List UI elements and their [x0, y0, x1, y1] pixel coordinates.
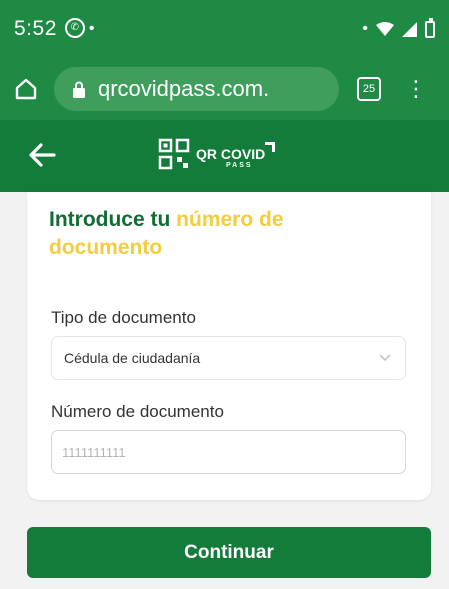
url-text: qrcovidpass.com.	[98, 76, 270, 101]
logo-text: QR COVID PASS	[196, 142, 276, 169]
form-title: Introduce tu número de documento	[49, 206, 379, 262]
home-icon[interactable]	[14, 77, 38, 101]
status-dot: •	[362, 20, 368, 37]
app-header: QR COVID PASS	[0, 120, 449, 192]
doc-type-label: Tipo de documento	[51, 308, 196, 327]
back-arrow-icon[interactable]	[28, 142, 56, 168]
chevron-down-icon	[379, 354, 391, 362]
overflow-menu-icon[interactable]: ⋮	[405, 78, 427, 100]
doc-type-value: Cédula de ciudadanía	[64, 350, 201, 366]
status-bar: 5:52 ✆ • •	[0, 0, 449, 58]
battery-icon	[425, 17, 435, 38]
notification-dot: •	[88, 20, 95, 37]
address-bar[interactable]: qrcovidpass.com.	[54, 67, 339, 111]
logo-corner-mark	[265, 142, 276, 152]
title-part1: Introduce tu	[49, 208, 177, 231]
main-content: Introduce tu número de documento Tipo de…	[0, 192, 449, 589]
whatsapp-icon: ✆	[64, 18, 85, 38]
qr-logo-icon	[158, 138, 190, 170]
continue-button[interactable]: Continuar	[27, 527, 431, 578]
app-logo: QR COVID PASS	[158, 138, 276, 170]
browser-toolbar: qrcovidpass.com. 25 ⋮	[0, 58, 449, 120]
logo-sub-text: PASS	[226, 162, 253, 169]
form-card: Introduce tu número de documento Tipo de…	[27, 192, 431, 500]
doc-number-input[interactable]	[51, 430, 406, 474]
tab-switcher-icon[interactable]: 25	[357, 77, 381, 101]
wifi-icon	[376, 22, 394, 36]
signal-icon	[402, 21, 417, 37]
doc-type-select[interactable]: Cédula de ciudadanía	[51, 336, 406, 380]
status-time: 5:52	[14, 17, 57, 40]
lock-icon	[73, 81, 85, 98]
status-icons: •	[362, 17, 435, 38]
doc-number-label: Número de documento	[51, 402, 224, 421]
logo-main-text: QR COVID	[196, 146, 266, 162]
